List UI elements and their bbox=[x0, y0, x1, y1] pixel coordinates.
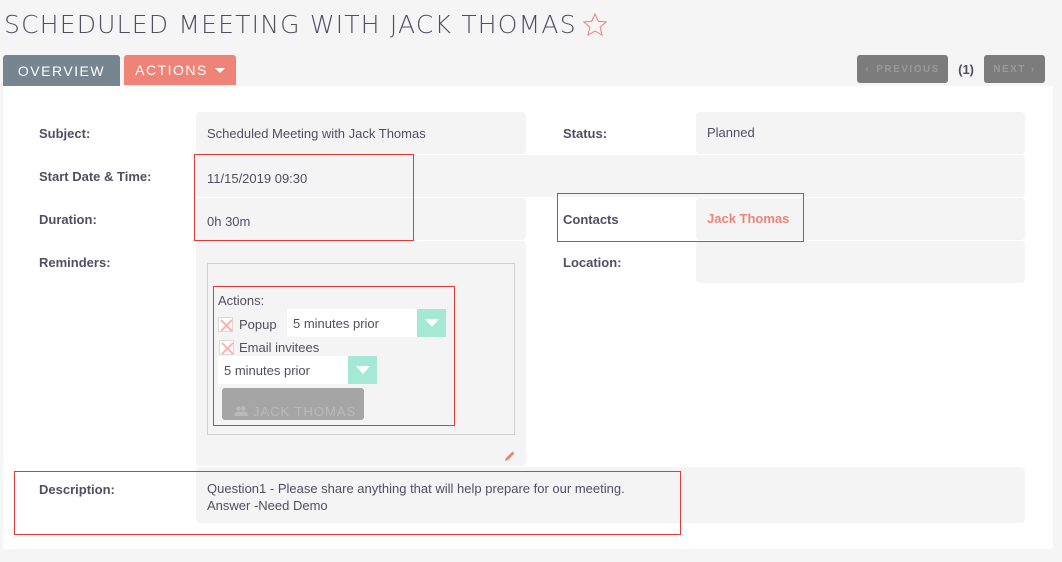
pager-count: (1) bbox=[958, 61, 974, 77]
invitee-name: JACK THOMAS bbox=[253, 403, 357, 419]
description-label: Description: bbox=[39, 482, 115, 497]
popup-time-select[interactable]: 5 minutes prior bbox=[287, 309, 446, 337]
contacts-label: Contacts bbox=[563, 212, 619, 227]
next-label: NEXT bbox=[993, 63, 1026, 75]
subject-label: Subject: bbox=[39, 126, 91, 141]
users-icon bbox=[234, 406, 248, 416]
start-date-value: 11/15/2019 09:30 bbox=[207, 171, 308, 186]
start-date-field: 11/15/2019 09:30 bbox=[196, 155, 1025, 197]
invitee-button[interactable]: JACK THOMAS bbox=[222, 388, 364, 420]
contacts-field: Jack Thomas bbox=[696, 198, 1025, 240]
tab-actions-label: ACTIONS bbox=[135, 62, 208, 78]
reminder-actions-label: Actions: bbox=[218, 293, 265, 308]
duration-value: 0h 30m bbox=[207, 214, 251, 229]
email-time-select[interactable]: 5 minutes prior bbox=[218, 356, 377, 384]
star-outline-icon[interactable] bbox=[581, 11, 609, 39]
title-row: SCHEDULED MEETING WITH JACK THOMAS bbox=[4, 10, 609, 39]
tab-bar: OVERVIEW ACTIONS bbox=[3, 55, 236, 86]
dropdown-arrow-icon bbox=[348, 356, 377, 384]
subject-field: Scheduled Meeting with Jack Thomas bbox=[196, 112, 526, 154]
start-date-label: Start Date & Time: bbox=[39, 169, 152, 184]
page-title: SCHEDULED MEETING WITH JACK THOMAS bbox=[4, 10, 577, 39]
caret-down-icon bbox=[214, 67, 225, 73]
duration-field: 0h 30m bbox=[196, 198, 526, 240]
tab-overview[interactable]: OVERVIEW bbox=[3, 55, 120, 86]
chevron-left-icon: ‹ bbox=[865, 63, 871, 75]
subject-value: Scheduled Meeting with Jack Thomas bbox=[207, 126, 426, 141]
dropdown-arrow-icon bbox=[417, 309, 446, 337]
tab-overview-label: OVERVIEW bbox=[17, 62, 106, 79]
tab-actions[interactable]: ACTIONS bbox=[124, 55, 236, 85]
contact-link[interactable]: Jack Thomas bbox=[707, 211, 789, 226]
previous-button[interactable]: ‹ PREVIOUS bbox=[857, 55, 949, 83]
popup-time-value: 5 minutes prior bbox=[293, 315, 379, 331]
pager: ‹ PREVIOUS (1) NEXT › bbox=[857, 55, 1045, 83]
email-invitees-label: Email invitees bbox=[239, 340, 320, 355]
location-field bbox=[696, 241, 1025, 283]
x-icon bbox=[220, 319, 233, 332]
reminders-label: Reminders: bbox=[39, 255, 111, 270]
description-line-1: Question1 - Please share anything that w… bbox=[207, 481, 625, 496]
x-icon bbox=[221, 342, 234, 355]
status-field: Planned bbox=[696, 112, 1025, 154]
chevron-right-icon: › bbox=[1030, 63, 1036, 75]
next-button[interactable]: NEXT › bbox=[984, 55, 1045, 83]
email-time-value: 5 minutes prior bbox=[224, 362, 310, 378]
status-label: Status: bbox=[563, 126, 608, 141]
duration-label: Duration: bbox=[39, 212, 97, 227]
description-field: Question1 - Please share anything that w… bbox=[196, 467, 1025, 523]
description-line-2: Answer -Need Demo bbox=[207, 498, 328, 513]
previous-label: PREVIOUS bbox=[876, 63, 940, 75]
email-invitees-checkbox[interactable] bbox=[219, 340, 234, 355]
status-value: Planned bbox=[707, 125, 755, 140]
pencil-icon[interactable] bbox=[503, 450, 516, 463]
location-label: Location: bbox=[563, 255, 622, 270]
popup-checkbox[interactable] bbox=[218, 317, 233, 332]
popup-label: Popup bbox=[239, 317, 277, 332]
